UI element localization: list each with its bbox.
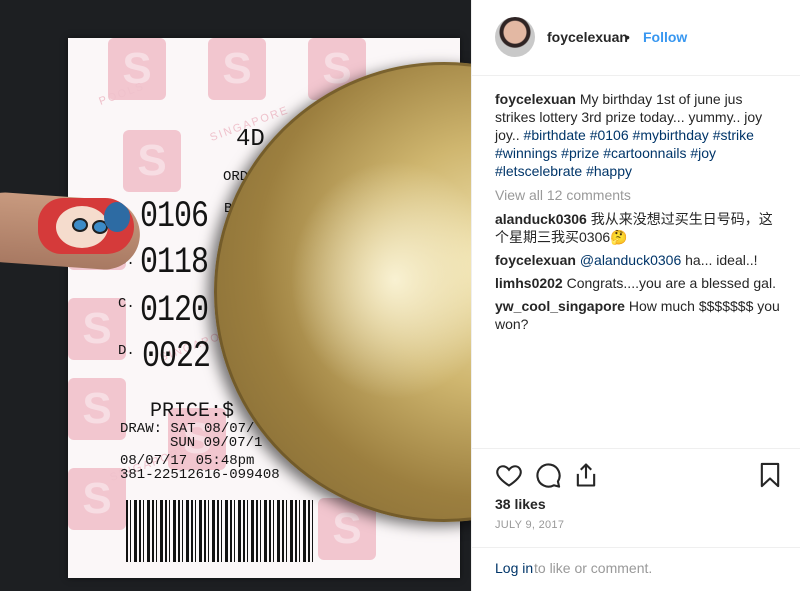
comment-text: ha... ideal..!	[681, 252, 758, 268]
comment-username[interactable]: limhs0202	[495, 275, 563, 291]
ticket-timestamp: 08/07/17 05:48pm	[120, 453, 255, 469]
comment-username[interactable]: foycelexuan	[495, 252, 576, 268]
post-photo: S S S S S S S S S S POOLS SINGAPORE SING…	[0, 0, 471, 591]
post-date[interactable]: JULY 9, 2017	[495, 519, 564, 531]
hashtag[interactable]: #strike	[713, 127, 754, 143]
hashtag[interactable]: #joy	[690, 145, 716, 161]
caption-username[interactable]: foycelexuan	[495, 91, 576, 107]
action-bar	[472, 448, 800, 489]
header-username[interactable]: foycelexuan	[547, 29, 628, 45]
hashtag[interactable]: #letscelebrate	[495, 163, 582, 179]
comment-text: Congrats....you are a blessed gal.	[562, 275, 776, 291]
comment-username[interactable]: yw_cool_singapore	[495, 298, 625, 314]
heart-icon[interactable]	[495, 461, 523, 489]
hashtag[interactable]: #0106	[590, 127, 629, 143]
bookmark-icon[interactable]	[756, 461, 784, 489]
lottery-number-1: 0106	[140, 196, 209, 239]
hashtag[interactable]: #cartoonnails	[603, 145, 686, 161]
post-sidebar: foycelexuan • Follow foycelexuan My birt…	[471, 0, 800, 591]
post-header: foycelexuan • Follow	[472, 0, 800, 76]
comment: limhs0202 Congrats....you are a blessed …	[495, 274, 785, 292]
likes-count[interactable]: 38 likes	[495, 496, 546, 512]
row-letter-c: C.	[118, 296, 135, 312]
ticket-serial: 381-22512616-099408	[120, 467, 280, 483]
share-icon[interactable]	[572, 461, 600, 489]
comments-section: foycelexuan My birthday 1st of june jus …	[495, 90, 785, 338]
price-label: PRICE:$	[150, 400, 235, 423]
hashtag[interactable]: #winnings	[495, 145, 557, 161]
view-all-comments-link[interactable]: View all 12 comments	[495, 186, 785, 204]
hashtag[interactable]: #prize	[561, 145, 599, 161]
hashtag[interactable]: #mybirthday	[633, 127, 709, 143]
comment-username[interactable]: alanduck0306	[495, 211, 587, 227]
comment-mention[interactable]: @alanduck0306	[580, 252, 681, 268]
login-link[interactable]: Log in	[495, 560, 533, 576]
draw-line-2: SUN 09/07/1	[170, 435, 263, 451]
draw-line-1: DRAW: SAT 08/07/	[120, 421, 255, 437]
cartoon-nail	[38, 198, 134, 254]
lottery-number-4: 0022	[142, 336, 211, 379]
comment-icon[interactable]	[534, 461, 562, 489]
login-footer: Log in to like or comment.	[472, 547, 800, 592]
comment: foycelexuan @alanduck0306 ha... ideal..!	[495, 251, 785, 269]
login-prompt-text: to like or comment.	[534, 560, 653, 576]
comment: yw_cool_singapore How much $$$$$$$ you w…	[495, 297, 785, 333]
separator-dot: •	[625, 29, 630, 45]
row-letter-d: D.	[118, 343, 135, 359]
avatar[interactable]	[495, 17, 535, 57]
instagram-post-view: S S S S S S S S S S POOLS SINGAPORE SING…	[0, 0, 800, 591]
hashtag[interactable]: #birthdate	[524, 127, 586, 143]
follow-button[interactable]: Follow	[643, 29, 687, 45]
lottery-number-2: 0118	[140, 242, 209, 285]
hashtag[interactable]: #happy	[586, 163, 632, 179]
barcode	[126, 500, 316, 562]
caption: foycelexuan My birthday 1st of june jus …	[495, 90, 785, 180]
game-title: 4D	[236, 126, 265, 153]
comment: alanduck0306 我从来没想过买生日号码，这个星期三我买0306🤔	[495, 210, 785, 246]
lottery-number-3: 0120	[140, 290, 209, 333]
